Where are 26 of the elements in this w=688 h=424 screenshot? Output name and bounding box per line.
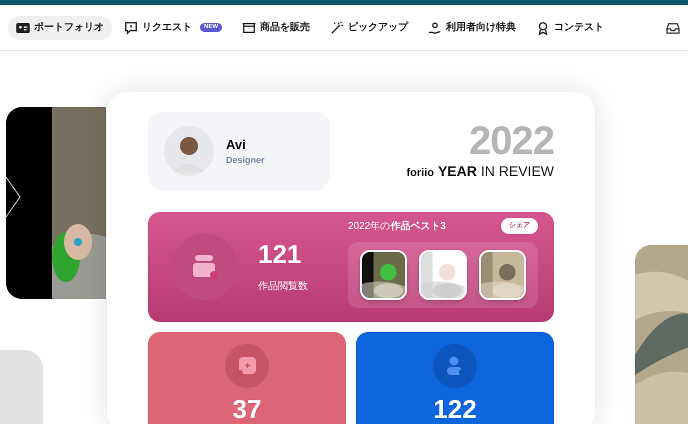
year-background: 2022 — [469, 120, 554, 160]
store-icon — [242, 20, 256, 34]
medal-icon — [536, 20, 550, 34]
nav-tab[interactable]: コンテスト — [528, 16, 612, 40]
speech-bubble-icon — [124, 20, 138, 34]
nav-tab[interactable]: ピックアップ — [322, 16, 416, 40]
nav-tab[interactable]: 商品を販売 — [234, 16, 318, 40]
views-label: 作品閲覧数 — [258, 280, 308, 294]
profile-role: Designer — [226, 154, 265, 167]
brand-logo: foriio — [406, 166, 434, 180]
views-count: 121 — [258, 240, 302, 266]
avatar-icon — [164, 126, 214, 176]
magic-wand-icon — [330, 20, 344, 34]
id-card-icon — [16, 20, 30, 34]
best-works-title: 2022年の作品ベスト3 — [348, 220, 446, 234]
nav-tab[interactable]: ポートフォリオ — [8, 16, 112, 40]
add-icon — [236, 355, 258, 377]
stack-icon — [190, 253, 220, 281]
stat-count: 122 — [433, 396, 477, 422]
stat-count: 37 — [232, 396, 262, 422]
in-review-text: IN REVIEW — [480, 162, 554, 180]
hand-person-icon — [428, 20, 442, 34]
inbox-icon[interactable] — [666, 22, 680, 34]
profile-name: Avi — [226, 136, 247, 154]
nav-tab[interactable]: 利用者向け特典 — [420, 16, 524, 40]
year-word: YEAR — [438, 162, 477, 180]
